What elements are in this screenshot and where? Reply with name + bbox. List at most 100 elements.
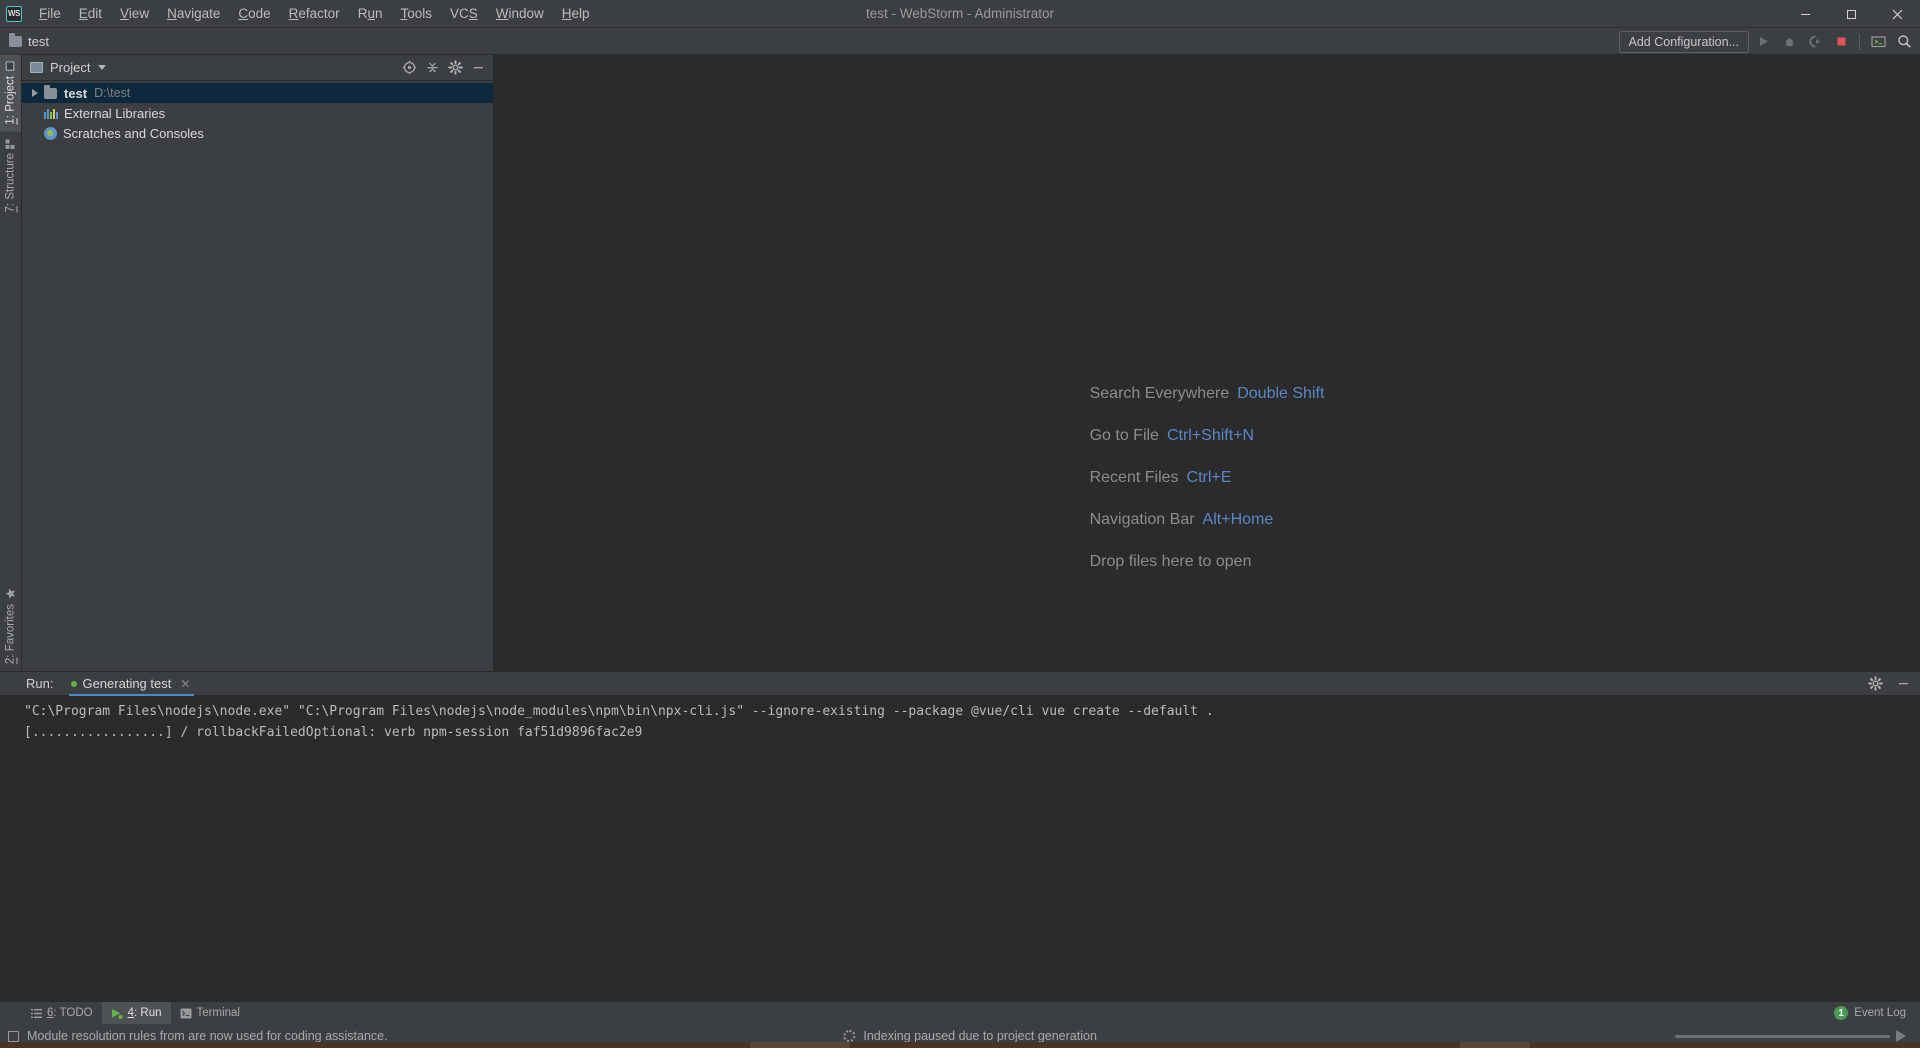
project-panel-toolbar bbox=[398, 57, 489, 79]
libraries-icon bbox=[44, 107, 58, 119]
settings-icon[interactable] bbox=[444, 57, 466, 79]
project-panel-title: Project bbox=[50, 60, 91, 75]
menu-item-view[interactable]: View bbox=[111, 3, 158, 24]
stripe-button-label: 2: Favorites bbox=[4, 603, 17, 664]
menu-item-navigate[interactable]: Navigate bbox=[158, 3, 229, 24]
bottom-tool-stripe: 6: TODO 4: Run Terminal 1 Event Log bbox=[0, 1001, 1920, 1025]
minimize-button[interactable] bbox=[1782, 0, 1828, 28]
bottom-stripe-buttons: 6: TODO 4: Run Terminal bbox=[22, 1001, 249, 1025]
left-stripe-bottom: 2: Favorites bbox=[0, 581, 21, 671]
expand-arrow-icon[interactable] bbox=[32, 89, 38, 97]
project-tree[interactable]: test D:\test External Libraries Scratches a… bbox=[22, 81, 493, 671]
run-icon bbox=[111, 1008, 123, 1019]
menu-item-code[interactable]: Code bbox=[229, 3, 279, 24]
bottom-stripe-label: 4: Run bbox=[127, 1007, 162, 1019]
bottom-stripe-todo[interactable]: 6: TODO bbox=[22, 1002, 102, 1025]
play-icon[interactable] bbox=[1896, 1030, 1906, 1042]
hint-action: Go to File bbox=[1089, 427, 1159, 444]
bottom-stripe-label: 6: TODO bbox=[47, 1007, 93, 1019]
stripe-button-label: 1: Project bbox=[4, 76, 17, 125]
bottom-stripe-run[interactable]: 4: Run bbox=[101, 1001, 171, 1025]
settings-icon[interactable] bbox=[1864, 673, 1886, 695]
coverage-icon[interactable] bbox=[1803, 31, 1827, 53]
stripe-button-structure[interactable]: 7: Structure bbox=[0, 132, 21, 219]
hint-shortcut: Alt+Home bbox=[1202, 511, 1274, 528]
status-message: Module resolution rules from are now use… bbox=[27, 1029, 388, 1043]
menu-item-run[interactable]: Run bbox=[349, 3, 392, 24]
menu-bar: WS File Edit View Navigate Code Refactor Run To… bbox=[0, 0, 1920, 28]
menu-item-edit[interactable]: Edit bbox=[70, 3, 111, 24]
indexing-status: Indexing paused due to project generatio… bbox=[843, 1029, 1097, 1043]
run-icon[interactable] bbox=[1751, 31, 1775, 53]
close-button[interactable] bbox=[1874, 0, 1920, 28]
hint-action: Recent Files bbox=[1089, 469, 1179, 486]
editor-hint-recent-files: Recent Files Ctrl+E bbox=[1090, 469, 1325, 487]
terminal-icon[interactable] bbox=[1866, 31, 1890, 53]
project-tool-window: Project test D:\test External Libraries … bbox=[22, 55, 494, 671]
console-line: [.................] / rollbackFailedOpti… bbox=[24, 725, 643, 740]
tree-node-label: test bbox=[64, 85, 88, 101]
menu-item-file[interactable]: File bbox=[30, 3, 70, 24]
navigation-bar: test Add Configuration... bbox=[0, 28, 1920, 55]
tree-node-external-libraries[interactable]: External Libraries bbox=[22, 103, 493, 123]
editor-hint-search-everywhere: Search Everywhere Double Shift bbox=[1090, 385, 1325, 403]
event-log-label: Event Log bbox=[1854, 1007, 1906, 1019]
star-icon bbox=[5, 588, 16, 599]
menu-items: File Edit View Navigate Code Refactor Run Tools… bbox=[30, 3, 599, 24]
hide-icon[interactable] bbox=[467, 57, 489, 79]
hint-shortcut: Ctrl+Shift+N bbox=[1166, 427, 1255, 444]
menu-item-vcs[interactable]: VCS bbox=[441, 3, 487, 24]
taskbar-block bbox=[1460, 1042, 1530, 1048]
chevron-down-icon[interactable] bbox=[98, 65, 107, 70]
main-toolbar: Add Configuration... bbox=[1618, 28, 1917, 55]
debug-icon[interactable] bbox=[1777, 31, 1801, 53]
hide-icon[interactable] bbox=[1892, 673, 1914, 695]
stop-icon[interactable] bbox=[1829, 31, 1853, 53]
menu-item-tools[interactable]: Tools bbox=[391, 3, 441, 24]
hint-shortcut: Double Shift bbox=[1237, 385, 1325, 402]
run-tab-label: Generating test bbox=[82, 676, 172, 691]
hint-action: Navigation Bar bbox=[1089, 511, 1195, 528]
stripe-button-label: 7: Structure bbox=[4, 152, 17, 213]
left-stripe-top: 1: Project 7: Structure bbox=[0, 55, 21, 219]
editor-area: Search Everywhere Double Shift Go to File C… bbox=[494, 55, 1920, 671]
tree-node-test[interactable]: test D:\test bbox=[22, 83, 493, 103]
run-tab-generating-test[interactable]: Generating test ✕ bbox=[67, 672, 196, 696]
status-message-group: Module resolution rules from are now use… bbox=[0, 1029, 388, 1043]
bottom-stripe-terminal[interactable]: Terminal bbox=[171, 1002, 249, 1025]
stripe-button-project[interactable]: 1: Project bbox=[0, 55, 21, 132]
taskbar-sliver bbox=[0, 1042, 1920, 1048]
workspace: 1: Project 7: Structure 2: Favorites Proj… bbox=[0, 55, 1920, 671]
progress-bar bbox=[1675, 1034, 1890, 1038]
close-icon[interactable]: ✕ bbox=[180, 677, 190, 691]
breadcrumb-label: test bbox=[28, 33, 49, 49]
tree-node-scratches-and-consoles[interactable]: Scratches and Consoles bbox=[22, 123, 493, 143]
run-console-output[interactable]: "C:\Program Files\nodejs\node.exe" "C:\P… bbox=[0, 695, 1920, 1001]
breadcrumb[interactable]: test bbox=[0, 32, 49, 49]
left-tool-stripe: 1: Project 7: Structure 2: Favorites bbox=[0, 55, 22, 671]
tree-node-label: Scratches and Consoles bbox=[63, 125, 204, 141]
stripe-button-favorites[interactable]: 2: Favorites bbox=[0, 581, 21, 671]
event-log-badge: 1 bbox=[1834, 1006, 1849, 1020]
toolbar-divider bbox=[1859, 33, 1860, 50]
run-window-toolbar bbox=[1864, 673, 1914, 695]
menu-item-refactor[interactable]: Refactor bbox=[280, 3, 349, 24]
folder-icon bbox=[9, 32, 22, 47]
console-line: "C:\Program Files\nodejs\node.exe" "C:\P… bbox=[24, 704, 1214, 719]
hint-action: Search Everywhere bbox=[1089, 385, 1230, 402]
window-controls bbox=[1782, 0, 1920, 28]
app-logo-icon: WS bbox=[6, 5, 22, 22]
locate-icon[interactable] bbox=[398, 57, 420, 79]
run-tool-window: Run: Generating test ✕ "C:\Program Files… bbox=[0, 671, 1920, 1001]
menu-item-window[interactable]: Window bbox=[487, 3, 553, 24]
search-icon[interactable] bbox=[1892, 31, 1916, 53]
event-log-button[interactable]: 1 Event Log bbox=[1834, 1006, 1906, 1020]
webstorm-window: WS File Edit View Navigate Code Refactor Run To… bbox=[0, 0, 1920, 1048]
collapse-all-icon[interactable] bbox=[421, 57, 443, 79]
run-label: Run: bbox=[26, 676, 54, 691]
add-configuration-button[interactable]: Add Configuration... bbox=[1618, 30, 1749, 53]
run-window-header: Run: Generating test ✕ bbox=[0, 671, 1920, 696]
structure-icon bbox=[6, 138, 15, 149]
maximize-button[interactable] bbox=[1828, 0, 1874, 28]
menu-item-help[interactable]: Help bbox=[553, 3, 599, 24]
